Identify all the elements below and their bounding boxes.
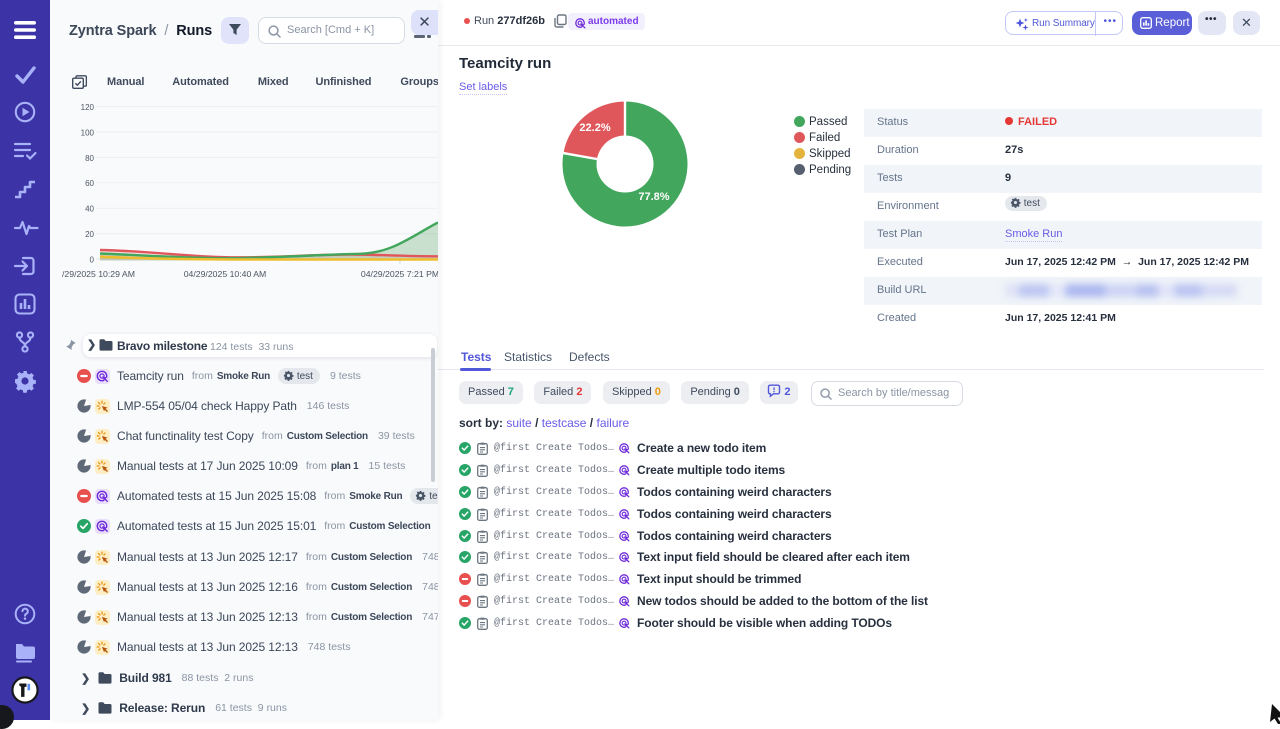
- svg-text:100: 100: [81, 128, 95, 137]
- svg-text:0: 0: [90, 255, 95, 264]
- svg-text:120: 120: [81, 103, 95, 112]
- svg-text:40: 40: [85, 205, 94, 214]
- svg-text:20: 20: [85, 230, 94, 239]
- svg-text:22.2%: 22.2%: [579, 122, 610, 134]
- svg-text:/29/2025 10:29 AM: /29/2025 10:29 AM: [62, 269, 135, 279]
- svg-text:60: 60: [85, 179, 94, 188]
- svg-text:80: 80: [85, 154, 94, 163]
- svg-text:77.8%: 77.8%: [638, 191, 669, 203]
- svg-text:04/29/2025 7:21 PM: 04/29/2025 7:21 PM: [361, 269, 438, 279]
- svg-text:04/29/2025 10:40 AM: 04/29/2025 10:40 AM: [184, 269, 267, 279]
